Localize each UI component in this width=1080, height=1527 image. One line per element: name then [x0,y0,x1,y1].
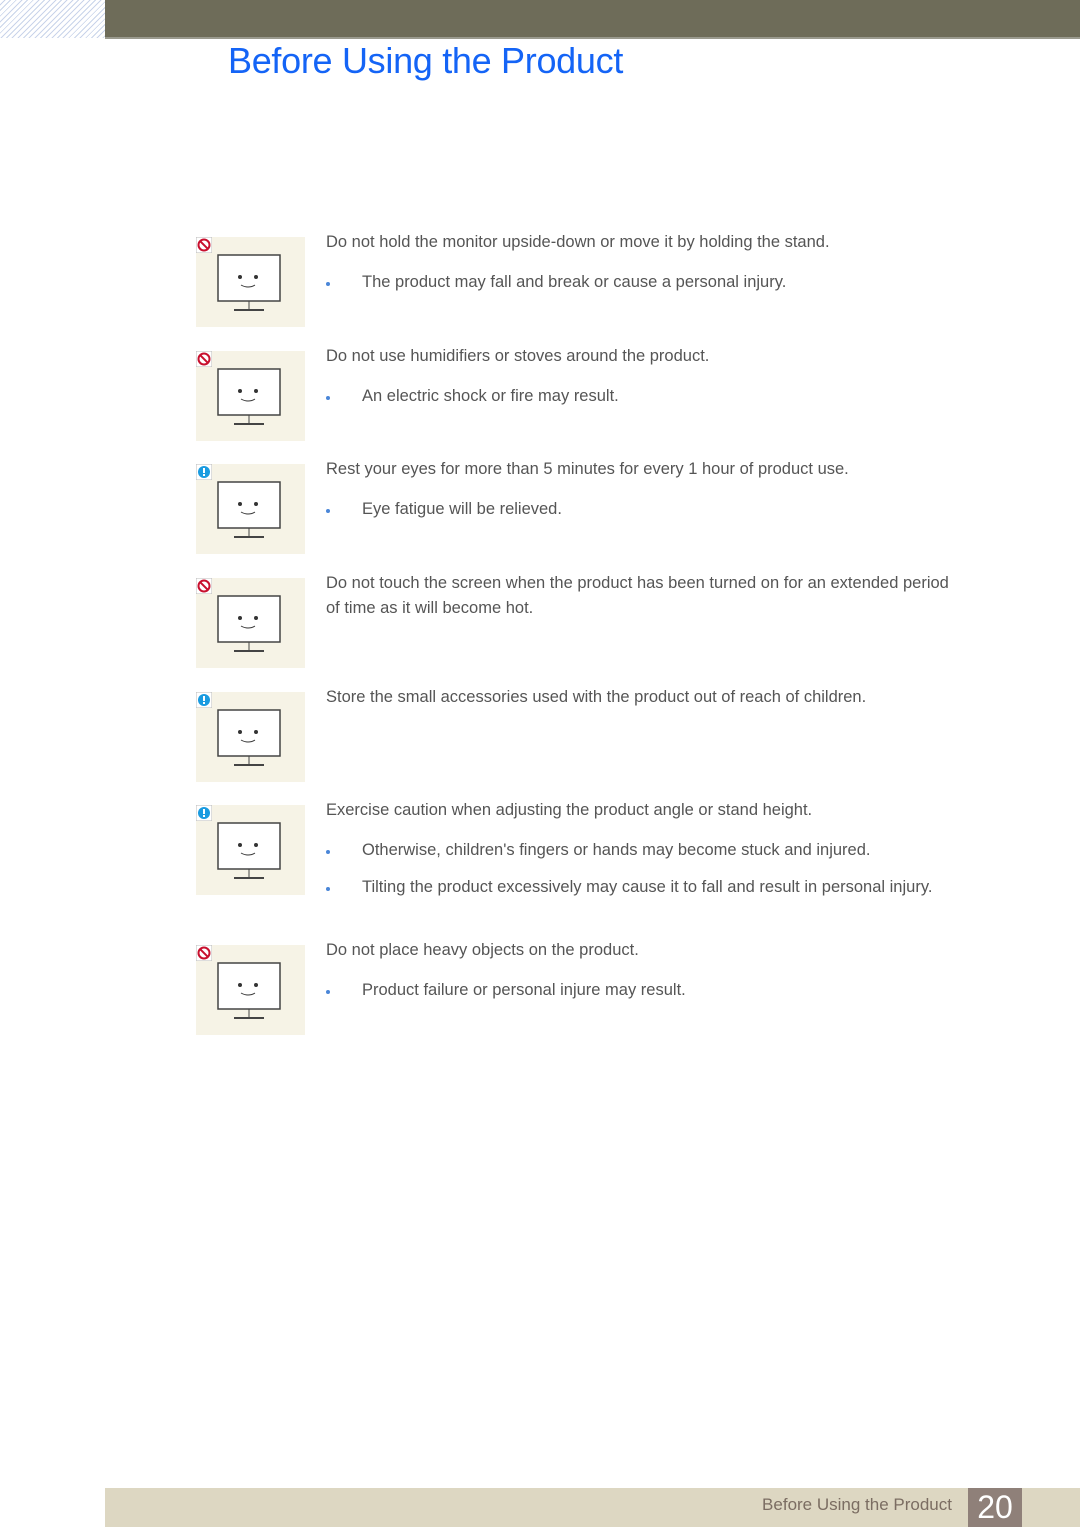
page-title: Before Using the Product [228,40,624,81]
footer-bar: Before Using the Product [105,1488,1080,1527]
monitor-illustration-icon [217,481,281,538]
corner-hatch [0,0,105,38]
illustration-hands-adjusting-stand [196,805,305,895]
prohibited-icon [196,237,212,253]
caution-icon [196,692,212,708]
footer-section-label: Before Using the Product [762,1495,952,1514]
illustration-monitor-near-humidifier [196,351,305,441]
illustration-monitor-eye-rest [196,464,305,554]
safety-text: Do not use humidifiers or stoves around … [326,347,710,365]
monitor-illustration-icon [217,254,281,311]
safety-text: Do not place heavy objects on the produc… [326,941,639,959]
header-bar [105,0,1080,39]
prohibited-icon [196,945,212,961]
caution-icon [196,464,212,480]
bullet-list: An electric shock or fire may result. [326,383,956,410]
bullet-list: Eye fatigue will be relieved. [326,496,956,523]
illustration-hand-touching-hot-screen [196,578,305,668]
bullet-item: Otherwise, children's fingers or hands m… [326,837,956,864]
bullet-list: Otherwise, children's fingers or hands m… [326,837,956,901]
bullet-list: Product failure or personal injure may r… [326,977,956,1004]
monitor-illustration-icon [217,822,281,879]
safety-text: Do not hold the monitor upside-down or m… [326,233,830,251]
illustration-monitor-held-by-stand [196,237,305,327]
prohibited-icon [196,351,212,367]
page-number: 20 [968,1488,1022,1527]
safety-text: Rest your eyes for more than 5 minutes f… [326,460,849,478]
monitor-illustration-icon [217,368,281,425]
bullet-list: The product may fall and break or cause … [326,269,956,296]
bullet-item: An electric shock or fire may result. [326,383,956,410]
illustration-objects-on-monitor [196,945,305,1035]
monitor-illustration-icon [217,709,281,766]
bullet-item: Product failure or personal injure may r… [326,977,956,1004]
safety-text: Exercise caution when adjusting the prod… [326,801,813,819]
monitor-illustration-icon [217,595,281,652]
illustration-child-reaching-shelf [196,692,305,782]
caution-icon [196,805,212,821]
monitor-illustration-icon [217,962,281,1019]
safety-text: Store the small accessories used with th… [326,688,867,706]
bullet-item: The product may fall and break or cause … [326,269,956,296]
bullet-item: Eye fatigue will be relieved. [326,496,956,523]
safety-text: Do not touch the screen when the product… [326,574,949,617]
prohibited-icon [196,578,212,594]
bullet-item: Tilting the product excessively may caus… [326,874,956,901]
